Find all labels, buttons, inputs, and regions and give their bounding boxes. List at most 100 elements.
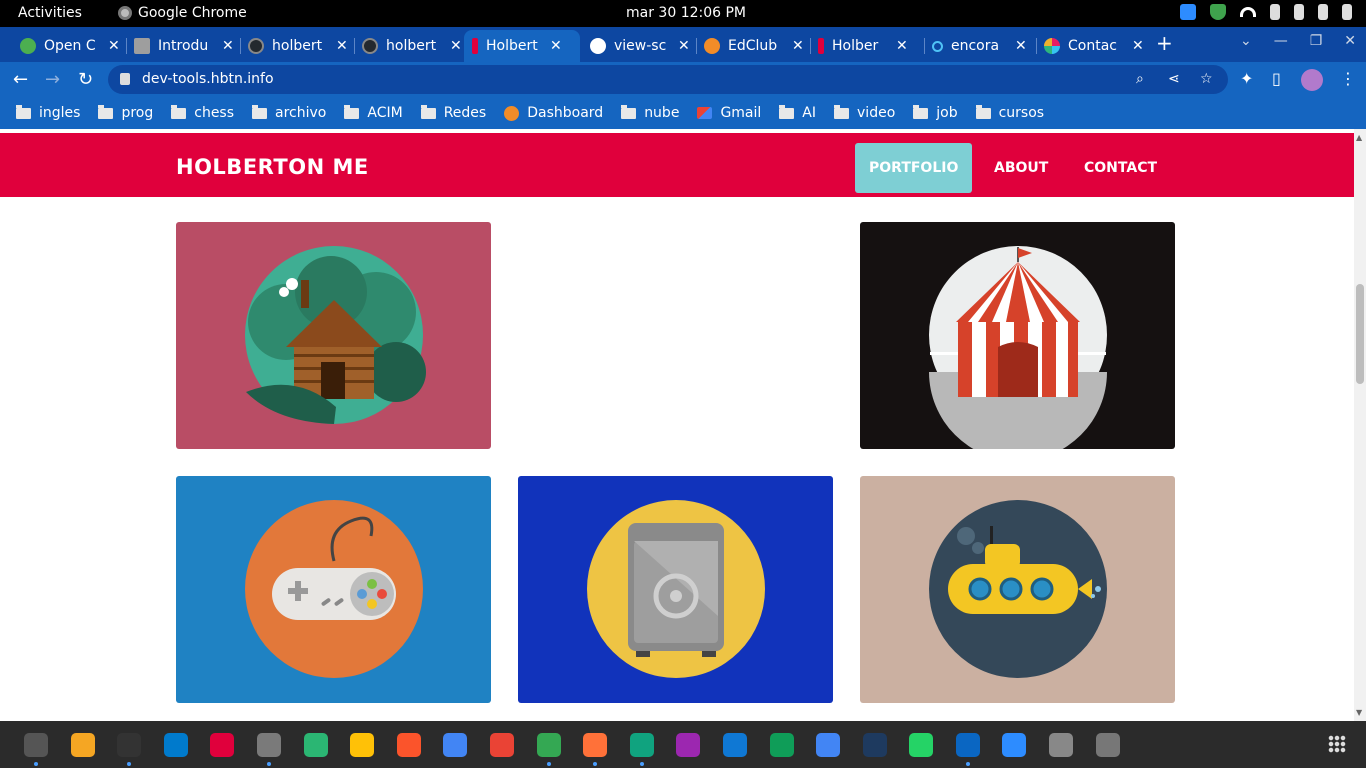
maximize-icon[interactable]: ❐ — [1310, 33, 1323, 49]
image-viewer-icon[interactable] — [1049, 732, 1074, 757]
nav-portfolio[interactable]: PORTFOLIO — [855, 143, 973, 193]
clock[interactable]: mar 30 12:06 PM — [626, 5, 746, 21]
portfolio-item-game-controller[interactable] — [176, 476, 491, 703]
zoom-tray-icon[interactable] — [1180, 4, 1196, 20]
microphone-icon[interactable] — [1318, 4, 1328, 20]
gmail-icon[interactable] — [489, 732, 514, 757]
minimize-icon[interactable]: — — [1274, 33, 1288, 49]
bookmark-link[interactable]: Dashboard — [504, 105, 603, 121]
profile-avatar[interactable] — [1301, 69, 1323, 91]
tab[interactable]: view-sc ✕ — [582, 30, 697, 62]
edge-dev-icon[interactable] — [303, 732, 328, 757]
tab[interactable]: holbert ✕ — [354, 30, 464, 62]
zoom-lens-icon[interactable]: ⌕ — [1136, 71, 1144, 87]
linkedin-icon[interactable] — [955, 732, 980, 766]
page-scrollbar[interactable]: ▲ ▼ — [1354, 129, 1366, 721]
portfolio-item-submarine[interactable] — [860, 476, 1175, 703]
google-drive-icon[interactable] — [769, 732, 794, 757]
site-brand[interactable]: HOLBERTON ME — [176, 155, 369, 179]
nav-about[interactable]: ABOUT — [980, 143, 1062, 193]
activities-button[interactable]: Activities — [18, 5, 82, 21]
firefox-icon[interactable] — [583, 732, 608, 766]
tab[interactable]: EdClub ✕ — [696, 30, 811, 62]
remote-icon[interactable] — [862, 732, 887, 757]
bookmark-star-icon[interactable]: ☆ — [1200, 71, 1213, 87]
close-icon[interactable]: ✕ — [550, 38, 562, 54]
bookmark-folder[interactable]: nube — [621, 104, 679, 121]
bookmark-folder[interactable]: prog — [98, 104, 153, 121]
scroll-up-icon[interactable]: ▲ — [1356, 133, 1362, 142]
new-tab-button[interactable]: + — [1156, 31, 1173, 55]
close-icon[interactable]: ✕ — [792, 38, 804, 54]
close-icon[interactable]: ✕ — [450, 38, 462, 54]
files-icon[interactable] — [256, 732, 281, 766]
notes-icon[interactable] — [350, 732, 375, 757]
shield-icon[interactable] — [1210, 4, 1226, 20]
portfolio-item-circus-tent[interactable] — [860, 222, 1175, 449]
tab[interactable]: Holber ✕ — [810, 30, 925, 62]
settings-icon[interactable] — [1095, 732, 1120, 757]
zoom-icon[interactable] — [1002, 732, 1027, 757]
tab[interactable]: Open C ✕ — [12, 30, 127, 62]
tab[interactable]: Introdu ✕ — [126, 30, 241, 62]
extensions-puzzle-icon[interactable]: ✦ — [1240, 69, 1253, 88]
bookmark-folder[interactable]: ingles — [16, 104, 80, 121]
tab[interactable]: Contac ✕ — [1036, 30, 1150, 62]
calendar-icon[interactable] — [443, 732, 468, 757]
close-icon[interactable]: ✕ — [1015, 38, 1027, 54]
lock-icon[interactable] — [120, 73, 130, 85]
chrome-icon[interactable] — [536, 732, 561, 766]
menu-kebab-icon[interactable]: ⋮ — [1340, 69, 1356, 88]
bookmark-folder[interactable]: chess — [171, 104, 234, 121]
scrollbar-thumb[interactable] — [1356, 284, 1364, 384]
bookmark-link[interactable]: Gmail — [697, 105, 761, 121]
volume-icon[interactable] — [1294, 4, 1304, 20]
show-applications-icon[interactable] — [1328, 735, 1346, 753]
close-icon[interactable]: ✕ — [222, 38, 234, 54]
side-panel-icon[interactable]: ▯ — [1272, 69, 1281, 88]
close-window-icon[interactable]: ✕ — [1344, 33, 1356, 49]
bookmark-folder[interactable]: video — [834, 104, 895, 121]
app-menu[interactable]: Google Chrome — [118, 5, 247, 21]
bookmark-folder[interactable]: Redes — [420, 104, 486, 121]
url-text[interactable]: dev-tools.hbtn.info — [142, 71, 274, 87]
tab[interactable]: holbert ✕ — [240, 30, 355, 62]
wifi-icon[interactable] — [1240, 7, 1256, 17]
portfolio-item-safe[interactable] — [518, 476, 833, 703]
whatsapp-icon[interactable] — [909, 732, 934, 757]
back-arrow-icon[interactable]: ← — [13, 69, 28, 90]
system-tray[interactable] — [1180, 4, 1352, 20]
share-icon[interactable]: ⋖ — [1168, 71, 1180, 87]
terminal-icon[interactable] — [117, 732, 142, 766]
clock-app-icon[interactable] — [24, 732, 48, 766]
tab-active[interactable]: Holbert ✕ — [464, 30, 580, 62]
tab[interactable]: encora ✕ — [924, 30, 1037, 62]
holberton-icon[interactable] — [210, 732, 235, 757]
close-icon[interactable]: ✕ — [896, 38, 908, 54]
bookmark-folder[interactable]: cursos — [975, 104, 1044, 121]
onedrive-icon[interactable] — [722, 732, 747, 757]
address-bar[interactable]: dev-tools.hbtn.info ⌕ ⋖ ☆ — [108, 65, 1228, 94]
close-icon[interactable]: ✕ — [1132, 38, 1144, 54]
bookmark-folder[interactable]: ACIM — [344, 104, 403, 121]
close-icon[interactable]: ✕ — [336, 38, 348, 54]
translate-icon[interactable] — [816, 732, 841, 757]
brave-icon[interactable] — [396, 732, 421, 757]
chat-bot-icon[interactable] — [676, 732, 701, 757]
nav-contact[interactable]: CONTACT — [1070, 143, 1171, 193]
close-icon[interactable]: ✕ — [678, 38, 690, 54]
calculator-icon[interactable] — [70, 732, 95, 757]
vscode-icon[interactable] — [163, 732, 188, 757]
bookmark-folder[interactable]: archivo — [252, 104, 326, 121]
battery-icon[interactable] — [1342, 4, 1352, 20]
close-icon[interactable]: ✕ — [108, 38, 120, 54]
tab-search-icon[interactable]: ⌄ — [1240, 33, 1252, 49]
forward-arrow-icon[interactable]: → — [45, 69, 60, 90]
scroll-down-icon[interactable]: ▼ — [1356, 708, 1362, 717]
portfolio-item-cabin[interactable] — [176, 222, 491, 449]
bookmark-folder[interactable]: job — [913, 104, 958, 121]
chatgpt-icon[interactable] — [629, 732, 654, 766]
bluetooth-icon[interactable] — [1270, 4, 1280, 20]
bookmark-folder[interactable]: AI — [779, 104, 816, 121]
reload-icon[interactable]: ↻ — [78, 69, 93, 90]
